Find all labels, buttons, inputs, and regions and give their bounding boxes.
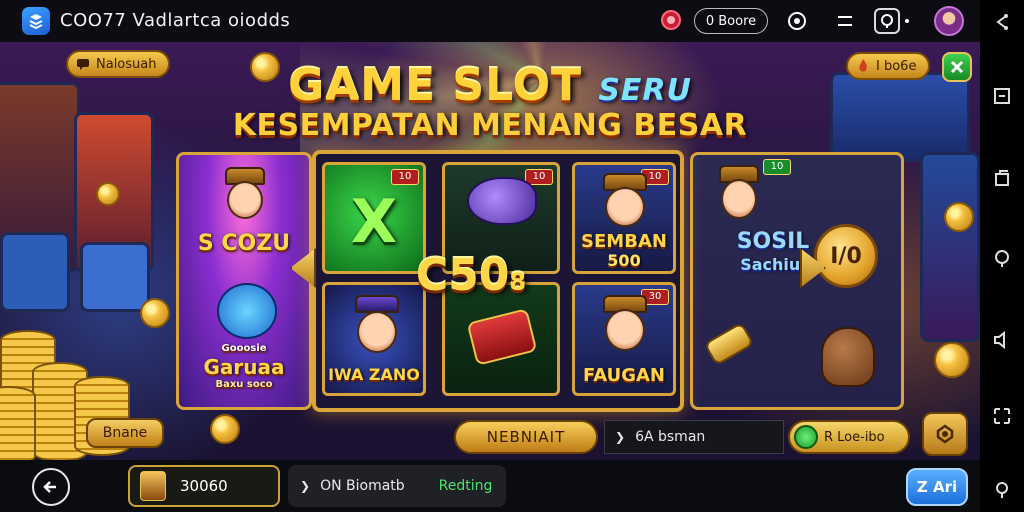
coin-icon	[210, 414, 240, 444]
tile-sem-value: 500	[607, 251, 641, 270]
gold-bar-icon	[703, 321, 755, 367]
tile-badge: 10	[391, 169, 419, 185]
tile-sem-label: SEMBAN	[581, 231, 667, 252]
arcade-machine-right-2	[920, 152, 980, 342]
coin-icon	[140, 298, 170, 328]
left-bottom-tag: Baxu soco	[215, 379, 273, 390]
info-text: ON Biomatb	[320, 478, 405, 494]
left-top-label: S COZU	[197, 231, 291, 256]
right-nav-bar	[980, 0, 1024, 512]
bottom-bar: 30060 ❯ ON Biomatb Redting Z Ari	[0, 460, 980, 512]
left-bottom-small: Gooosie	[221, 343, 267, 354]
spin-button[interactable]: NEBNIAIT	[454, 420, 598, 454]
avatar[interactable]	[934, 6, 964, 36]
top-bar: COO77 Vadlartca oiodds 0 Boore	[0, 0, 980, 42]
info-green-text: Redting	[438, 478, 493, 494]
headline-subtitle: KESEMPATAN MENANG BESAR	[232, 108, 748, 143]
minimize-icon[interactable]	[990, 84, 1014, 108]
center-big-number: C50	[415, 250, 510, 301]
slot-game-app: COO77 Vadlartca oiodds 0 Boore Nalosuah …	[0, 0, 1024, 512]
left-bottom-label: Garuaa	[203, 355, 285, 379]
copy-icon[interactable]	[990, 166, 1014, 190]
cannon-icon	[466, 308, 538, 366]
menu-icon[interactable]	[832, 8, 858, 34]
arrow-left-icon	[43, 481, 56, 493]
back-button[interactable]	[32, 468, 70, 506]
tile-faugan-label: FAUGAN	[583, 365, 665, 386]
character-face	[605, 309, 645, 351]
balance-thumbnail	[140, 471, 166, 501]
right-character-panel[interactable]: 10 SOSIL Sachiui	[690, 152, 904, 410]
bonus-coin-label: I/0	[830, 243, 862, 269]
green-coin-icon	[794, 425, 818, 449]
center-big-suffix: 8	[509, 268, 527, 296]
share-icon[interactable]	[990, 10, 1014, 34]
search-icon[interactable]	[990, 246, 1014, 270]
headline-accent: SERU	[598, 73, 692, 108]
tile-bottom-left-label: IWA ZANO	[328, 365, 420, 384]
arcade-screen-left	[0, 232, 70, 312]
location-icon[interactable]	[990, 478, 1014, 502]
chevron-right-icon: ❯	[615, 430, 626, 444]
arcade-screen-left-2	[80, 242, 150, 312]
character-face	[721, 179, 757, 219]
game-scene: Nalosuah I bo6e GAME SLOT SERU KESEMPATA…	[0, 42, 980, 460]
coin-icon	[934, 342, 970, 378]
bonus-button[interactable]: R Loe-ibo	[788, 420, 910, 454]
settings-button[interactable]	[922, 412, 968, 456]
headline-title: GAME SLOT SERU	[0, 60, 980, 111]
coin-stack	[0, 386, 36, 460]
speaker-icon[interactable]	[990, 328, 1014, 352]
x-symbol: X	[350, 187, 398, 257]
reel-tile-faugan: 30 FAUGAN	[572, 282, 676, 396]
character-face	[605, 187, 645, 227]
gear-icon	[936, 424, 954, 444]
coin-icon	[96, 182, 120, 206]
resize-icon[interactable]	[990, 404, 1014, 428]
bear-icon	[821, 327, 875, 387]
reel-tile-semban: 10 SEMBAN 500	[572, 162, 676, 274]
balance-value: 30060	[180, 477, 228, 495]
left-character-panel[interactable]: S COZU Gooosie Garuaa Baxu soco	[176, 152, 312, 410]
info-bar[interactable]: ❯ 6A bsman	[604, 420, 784, 454]
more-icon[interactable]	[900, 8, 914, 34]
target-icon[interactable]	[784, 8, 810, 34]
bonus-coin[interactable]: I/0	[814, 224, 878, 288]
currency-pill[interactable]: 0 Boore	[694, 8, 768, 34]
za-button[interactable]: Z Ari	[906, 468, 968, 506]
right-panel-badge: 10	[763, 159, 791, 175]
left-small-button[interactable]: Bnane	[86, 418, 164, 448]
creature-icon	[217, 283, 277, 339]
dragon-icon	[467, 177, 537, 225]
character-face	[357, 311, 397, 353]
info-box[interactable]: ❯ ON Biomatb Redting	[288, 465, 506, 507]
bonus-button-label: R Loe-ibo	[824, 429, 885, 445]
balance-box[interactable]: 30060	[128, 465, 280, 507]
app-title: COO77 Vadlartca oiodds	[60, 10, 291, 31]
steering-icon[interactable]	[874, 8, 900, 34]
app-logo-icon[interactable]	[22, 7, 50, 35]
chevron-right-icon: ❯	[300, 479, 311, 493]
coin-icon	[944, 202, 974, 232]
character-face	[227, 181, 263, 219]
headline-main: GAME SLOT	[288, 60, 582, 111]
reel-frame: 10 X IWA ZANO 10 10 SEMBAN 500 30 FAUGAN…	[312, 150, 684, 412]
center-big-value: C508	[396, 250, 546, 301]
gem-icon[interactable]	[660, 9, 682, 31]
info-bar-label: 6A bsman	[635, 429, 706, 445]
